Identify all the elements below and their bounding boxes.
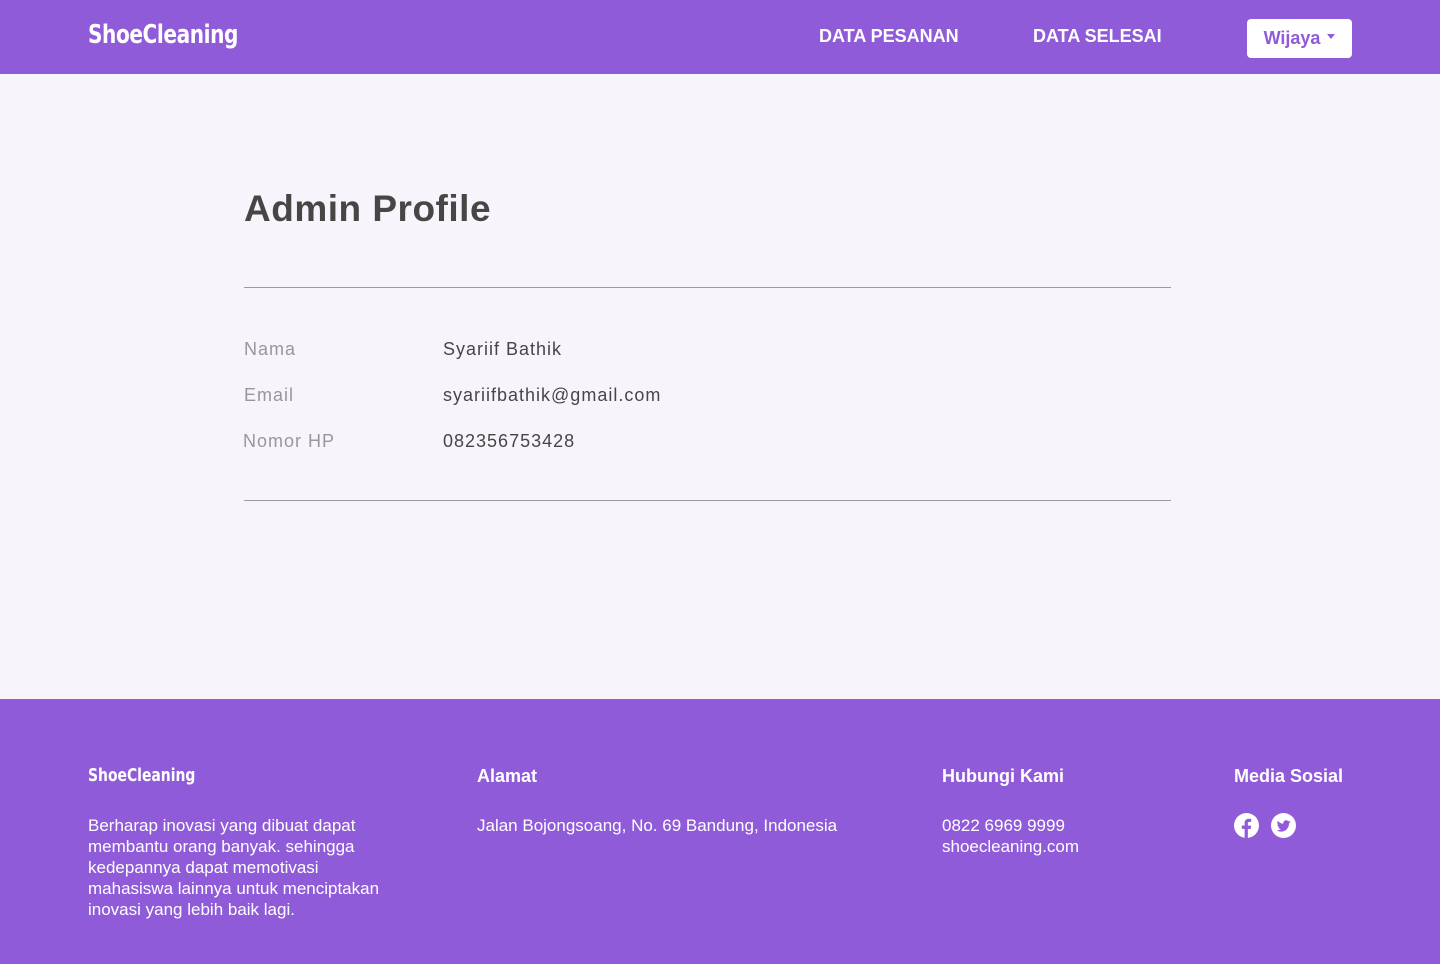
footer-heading-alamat: Alamat <box>477 766 538 786</box>
divider-bottom <box>244 500 1171 501</box>
page-title: Admin Profile <box>244 188 492 229</box>
field-value-nomor-hp: 082356753428 <box>443 431 576 451</box>
brand-logo[interactable]: ShoeCleaning <box>88 20 238 50</box>
field-value-nama: Syariif Bathik <box>443 339 563 359</box>
twitter-icon[interactable] <box>1271 813 1296 838</box>
user-menu-label: Wijaya <box>1263 28 1321 48</box>
footer-address: Jalan Bojongsoang, No. 69 Bandung, Indon… <box>477 816 838 835</box>
social-icons <box>1234 813 1296 838</box>
navbar: ShoeCleaning DATA PESANAN DATA SELESAI W… <box>0 0 1440 74</box>
field-label-nama: Nama <box>244 339 297 359</box>
footer-contact: 0822 6969 9999 shoecleaning.com <box>942 815 1079 857</box>
footer-brand-logo: ShoeCleaning <box>88 765 196 786</box>
footer-website[interactable]: shoecleaning.com <box>942 836 1079 857</box>
divider-top <box>244 287 1171 288</box>
nav-link-data-selesai[interactable]: DATA SELESAI <box>1033 26 1162 47</box>
footer: ShoeCleaning Berharap inovasi yang dibua… <box>0 699 1440 964</box>
footer-heading-media-sosial: Media Sosial <box>1234 766 1344 786</box>
nav-link-data-pesanan[interactable]: DATA PESANAN <box>819 26 959 47</box>
caret-down-icon <box>1327 34 1336 39</box>
field-value-email: syariifbathik@gmail.com <box>443 385 662 405</box>
facebook-icon[interactable] <box>1234 813 1259 838</box>
footer-description: Berharap inovasi yang dibuat dapat memba… <box>88 816 380 919</box>
footer-heading-hubungi-kami: Hubungi Kami <box>942 766 1064 786</box>
field-label-nomor-hp: Nomor HP <box>243 431 336 451</box>
user-menu-button[interactable]: Wijaya <box>1247 19 1352 58</box>
field-label-email: Email <box>244 385 295 405</box>
footer-phone: 0822 6969 9999 <box>942 816 1065 835</box>
